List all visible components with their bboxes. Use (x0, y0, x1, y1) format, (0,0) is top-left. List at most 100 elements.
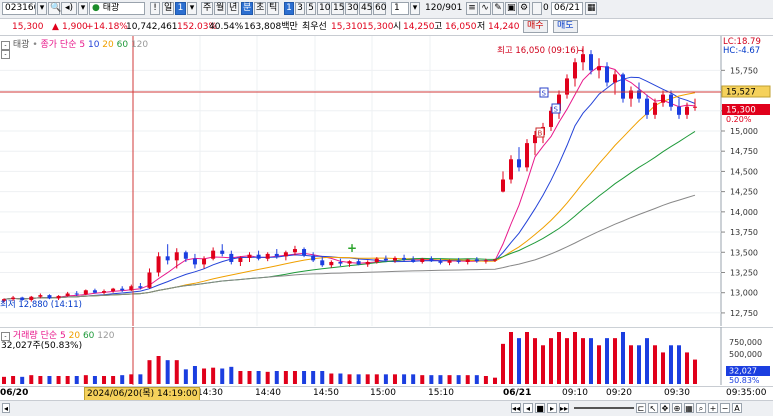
sell-button[interactable]: 매도 (553, 20, 578, 33)
period-month[interactable]: 월 (214, 2, 226, 15)
legend-ma-20: 20 (102, 40, 114, 50)
cursor-icon[interactable]: ↖ (648, 403, 658, 413)
zoom-in-icon[interactable]: + (708, 403, 718, 413)
candle (174, 252, 179, 261)
time-axis: 06/20 14:30 14:40 14:50 15:00 15:10 06/2… (0, 386, 773, 401)
period-tick[interactable]: 틱 (267, 2, 279, 15)
price-tick: 13,000 (730, 289, 758, 298)
price-tick: 14,500 (730, 167, 758, 176)
interval-30[interactable]: 30 (345, 2, 358, 15)
volume-bar (465, 375, 470, 384)
tab-day[interactable]: 일 (162, 2, 174, 15)
grid-icon[interactable]: ▦ (684, 403, 694, 413)
interval-count-input[interactable]: 1 (391, 2, 409, 15)
candle (302, 249, 307, 256)
volume-bar (329, 373, 334, 384)
alert-icon[interactable]: ! (150, 2, 160, 15)
volume-bar (11, 376, 16, 384)
period-year[interactable]: 년 (227, 2, 239, 15)
period-second[interactable]: 초 (254, 2, 266, 15)
volume-bar (573, 332, 577, 384)
volume-bar (356, 374, 361, 384)
sound-icon[interactable]: ◂) (61, 2, 77, 15)
calendar-icon[interactable]: ▦ (585, 2, 597, 15)
candle (111, 288, 116, 292)
interval-60[interactable]: 60 (373, 2, 386, 15)
prev-icon[interactable]: ◂ (523, 403, 533, 413)
price-chart[interactable]: 최고 16,050 (09:16) → 최저 12,880 (14:11) + … (0, 36, 773, 326)
time-label: 06/21 (503, 388, 532, 398)
time-label: 15:10 (428, 388, 454, 398)
candle (677, 106, 681, 115)
magnify-icon[interactable]: ⌕ (696, 403, 706, 413)
volume-bar (192, 366, 197, 384)
code-dropdown-icon[interactable]: ▾ (37, 2, 47, 15)
buy-button[interactable]: 매수 (523, 20, 548, 33)
candle (525, 143, 529, 168)
date-input[interactable]: 06/21 (551, 2, 583, 15)
tab-dropdown-icon[interactable]: ▾ (187, 2, 197, 15)
search-icon[interactable]: 🔍 (48, 2, 61, 15)
legend-ma-5: 5 (79, 40, 86, 50)
last-page-icon[interactable]: ▸▸ (559, 403, 569, 413)
tools-icon[interactable]: ✎ (492, 2, 504, 15)
volume-bar (74, 376, 79, 384)
volume-bar (20, 376, 25, 384)
interval-10[interactable]: 10 (317, 2, 330, 15)
scroll-track[interactable] (574, 407, 634, 409)
candle (202, 258, 207, 265)
interval-1[interactable]: 1 (284, 2, 294, 15)
volume-bar (653, 345, 657, 384)
interval-15[interactable]: 15 (331, 2, 344, 15)
legend-toggle-icon[interactable]: - (1, 50, 10, 59)
count-dropdown-icon[interactable]: ▾ (410, 2, 420, 15)
candle (247, 254, 252, 258)
stock-name-field: ● 태광 (89, 2, 145, 15)
interval-45[interactable]: 45 (359, 2, 372, 15)
volume-bar (483, 376, 488, 384)
link-icon[interactable]: ▾ (78, 2, 88, 15)
legend-ma-120: 120 (130, 40, 149, 50)
time-label: 15:00 (370, 388, 396, 398)
scroll-left-icon[interactable]: ◂ (2, 403, 10, 413)
volume-ma-120: 120 (97, 331, 115, 341)
volume-chart[interactable]: 750,000 500,000 32,027 50.83% (0, 327, 773, 385)
chart-type-icon[interactable]: ≡ (466, 2, 478, 15)
indicator-icon[interactable]: ∿ (479, 2, 491, 15)
current-price: 15,300 (12, 22, 44, 32)
period-week[interactable]: 주 (201, 2, 213, 15)
zoom-fit-icon[interactable]: A (732, 403, 742, 413)
next-icon[interactable]: ▸ (547, 403, 557, 413)
stop-icon[interactable]: ■ (535, 403, 545, 413)
volume-tick: 750,000 (729, 338, 762, 347)
settings-icon[interactable]: ⚙ (518, 2, 530, 15)
move-icon[interactable]: ✥ (660, 403, 670, 413)
interval-5[interactable]: 5 (306, 2, 316, 15)
period-minute[interactable]: 분 (241, 2, 253, 15)
low-label: 저 (477, 22, 486, 32)
volume-bar (447, 375, 452, 384)
tab-day-number[interactable]: 1 (175, 2, 186, 15)
best-ask: 15,310 (331, 22, 363, 32)
save-icon[interactable]: ▣ (505, 2, 517, 15)
interval-3[interactable]: 3 (295, 2, 305, 15)
candle (356, 261, 361, 265)
zoom-out-icon[interactable]: − (720, 403, 730, 413)
crosshair-icon[interactable]: ⊕ (672, 403, 682, 413)
volume-bar (669, 345, 673, 384)
volume-bar (147, 360, 152, 384)
svg-text:S: S (554, 106, 559, 114)
price-tick: 14,250 (730, 188, 758, 197)
time-label: 14:40 (255, 388, 281, 398)
range-icon[interactable]: ⊏ (636, 403, 646, 413)
candle (438, 261, 443, 263)
first-page-icon[interactable]: ◂◂ (511, 403, 521, 413)
volume-bar (229, 366, 234, 384)
stock-code-input[interactable]: 023160 (2, 2, 36, 15)
date-checkbox[interactable] (532, 2, 542, 15)
price-tick: 15,750 (730, 66, 758, 75)
volume-bar (438, 375, 443, 384)
candle (517, 159, 521, 168)
candle (165, 256, 170, 261)
legend-collapse-icon[interactable]: - (1, 41, 10, 50)
